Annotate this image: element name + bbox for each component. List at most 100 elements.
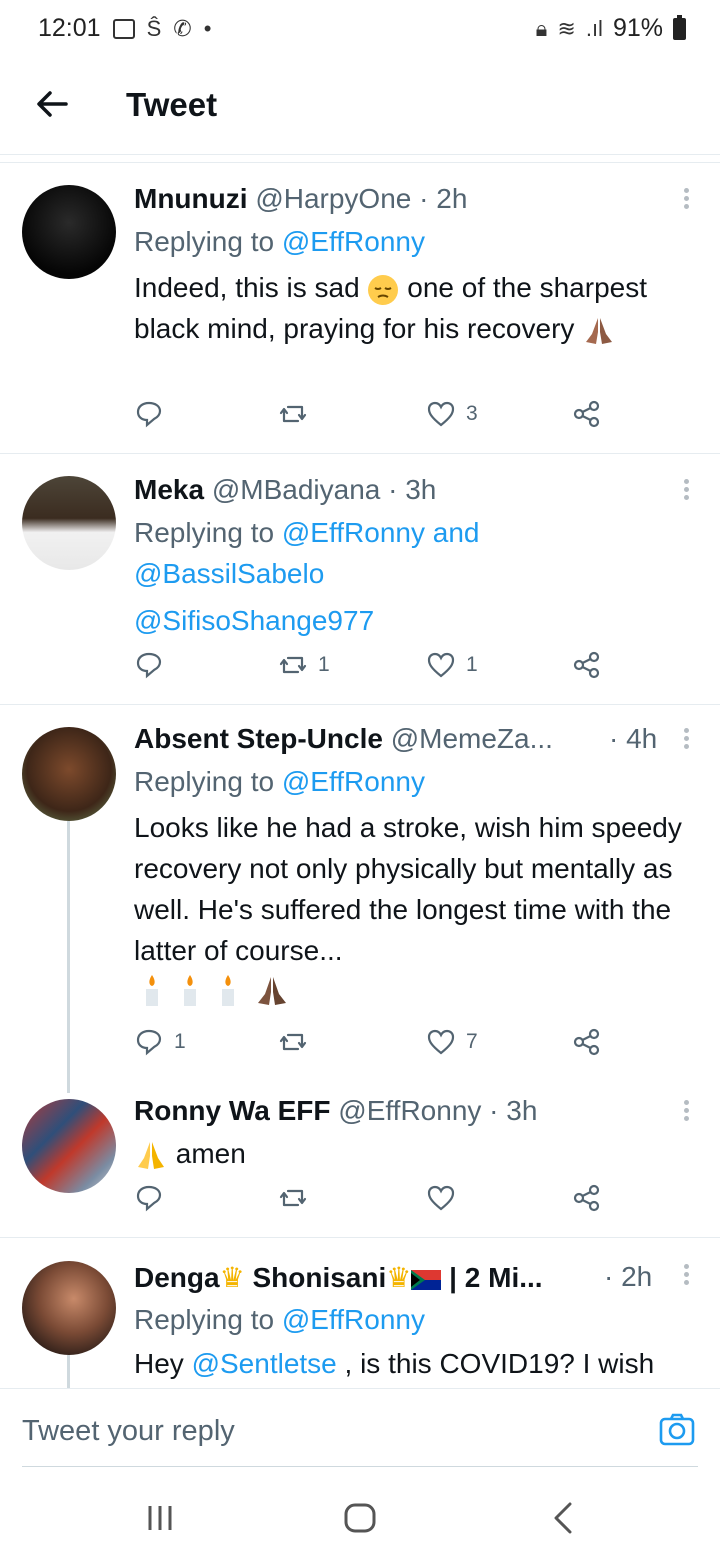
wifi-icon: ≋ (557, 15, 576, 41)
retweet-count: 1 (318, 653, 330, 676)
recent-apps-icon[interactable] (140, 1498, 180, 1538)
reply-button[interactable] (134, 650, 174, 680)
avatar[interactable] (22, 1099, 116, 1193)
share-icon (573, 400, 600, 428)
avatar[interactable] (22, 185, 116, 279)
mention-link[interactable]: @EffRonny (282, 1304, 425, 1335)
tweet-actions (134, 1183, 634, 1223)
like-button[interactable]: 7 (426, 1027, 478, 1057)
candle-icon (184, 975, 196, 1006)
author-name[interactable]: Denga (134, 1262, 220, 1293)
like-count: 3 (466, 402, 478, 425)
reply-icon (136, 1185, 162, 1212)
tweet-text-part: , is this COVID19? I wish (336, 1348, 655, 1379)
candle-icon (146, 975, 158, 1006)
app-bar: Tweet (0, 58, 720, 155)
back-nav-icon[interactable] (544, 1498, 584, 1538)
system-nav-bar (0, 1468, 720, 1560)
retweet-button[interactable]: 1 (278, 650, 330, 680)
folded-hands-icon (138, 1141, 164, 1169)
mention-link[interactable]: @EffRonny (282, 517, 425, 548)
tweet-time: · 2h (604, 1261, 653, 1292)
like-button[interactable] (426, 1183, 466, 1213)
candle-icon (222, 975, 234, 1006)
tweet-header: Denga♛ Shonisani♛ | 2 Mi... · 2h (134, 1261, 674, 1294)
reply-button[interactable]: 1 (134, 1027, 186, 1057)
share-icon (573, 1028, 600, 1056)
mention-link[interactable]: @EffRonny (282, 226, 425, 257)
heart-icon (427, 1029, 455, 1055)
more-options-icon[interactable] (676, 185, 696, 215)
reply-icon (136, 1029, 162, 1056)
author-name-part: Shonisani (252, 1262, 387, 1293)
heart-icon (427, 652, 455, 678)
heart-icon (427, 1185, 455, 1211)
mention-link[interactable]: @Sentletse (192, 1348, 337, 1379)
replying-to-more: @SifisoShange977 (134, 600, 374, 641)
tweet-header: Meka @MBadiyana · 3h (134, 474, 436, 506)
reply-button[interactable] (134, 1183, 174, 1213)
crown-icon: ♛ (219, 1262, 245, 1293)
like-count: 1 (466, 653, 478, 676)
share-button[interactable] (572, 399, 602, 429)
more-options-icon[interactable] (676, 1097, 696, 1127)
avatar[interactable] (22, 476, 116, 570)
avatar[interactable] (22, 727, 116, 821)
page-title: Tweet (126, 86, 218, 123)
more-options-icon[interactable] (676, 476, 696, 506)
retweet-icon (279, 656, 307, 674)
author-name[interactable]: Meka (134, 474, 204, 505)
whatsapp-icon: ✆ (173, 15, 192, 41)
tweet-item[interactable]: Denga♛ Shonisani♛ | 2 Mi... · 2h Replyin… (0, 1239, 720, 1389)
replying-label: Replying to (134, 1304, 282, 1335)
avatar[interactable] (22, 1261, 116, 1355)
tweet-item[interactable]: Ronny Wa EFF @EffRonny · 3h amen (0, 1077, 720, 1238)
share-button[interactable] (572, 1027, 602, 1057)
tweet-actions: 1 7 (134, 1027, 634, 1067)
author-name[interactable]: Ronny Wa EFF (134, 1095, 331, 1126)
share-icon (573, 651, 600, 679)
mention-link[interactable]: @BassilSabelo (134, 558, 324, 589)
tweet-item[interactable]: Absent Step-Uncle @MemeZa... · 4h Replyi… (0, 705, 720, 1077)
author-name[interactable]: Mnunuzi (134, 183, 248, 214)
back-arrow-icon[interactable] (30, 82, 74, 126)
reply-input[interactable] (22, 1415, 622, 1448)
reply-button[interactable] (134, 399, 174, 429)
reply-divider (22, 1466, 698, 1467)
crown-icon: ♛ (386, 1262, 412, 1293)
tweet-header: Mnunuzi @HarpyOne · 2h (134, 183, 467, 215)
tweet-actions: 1 1 (134, 650, 634, 690)
mention-link[interactable]: @EffRonny (282, 766, 425, 797)
author-handle: @EffRonny (338, 1095, 482, 1126)
like-button[interactable]: 1 (426, 650, 478, 680)
home-icon[interactable] (340, 1498, 380, 1538)
retweet-button[interactable] (278, 399, 318, 429)
author-name-part: | 2 Mi... (449, 1262, 543, 1293)
reply-icon (136, 652, 162, 679)
tweet-item[interactable]: Meka @MBadiyana · 3h Replying to @EffRon… (0, 454, 720, 705)
mention-link[interactable]: @SifisoShange977 (134, 605, 374, 636)
heart-icon (427, 401, 455, 427)
tweet-text: Indeed, this is sad one of the sharpest … (134, 267, 694, 349)
camera-icon[interactable] (658, 1411, 696, 1449)
author-name[interactable]: Absent Step-Uncle (134, 723, 383, 754)
share-button[interactable] (572, 650, 602, 680)
retweet-button[interactable] (278, 1183, 318, 1213)
more-options-icon[interactable] (676, 725, 696, 755)
share-button[interactable] (572, 1183, 602, 1213)
replying-to: Replying to @EffRonny (134, 1299, 425, 1340)
s-app-icon: Ŝ (146, 15, 162, 41)
like-button[interactable]: 3 (426, 399, 478, 429)
more-options-icon[interactable] (676, 1261, 696, 1291)
tweet-text: Looks like he had a stroke, wish him spe… (134, 812, 682, 966)
author-handle: @HarpyOne (255, 183, 412, 214)
like-count: 7 (466, 1030, 478, 1053)
tweet-text-part: amen (175, 1138, 246, 1169)
signal-icon: .ıl (585, 15, 603, 41)
retweet-button[interactable] (278, 1027, 318, 1057)
reply-icon (136, 401, 162, 428)
tweet-item[interactable]: Mnunuzi @HarpyOne · 2h Replying to @EffR… (0, 163, 720, 454)
emoji-row (140, 973, 290, 1007)
south-africa-flag-icon (411, 1269, 442, 1290)
tweet-time: · 3h (489, 1095, 538, 1126)
